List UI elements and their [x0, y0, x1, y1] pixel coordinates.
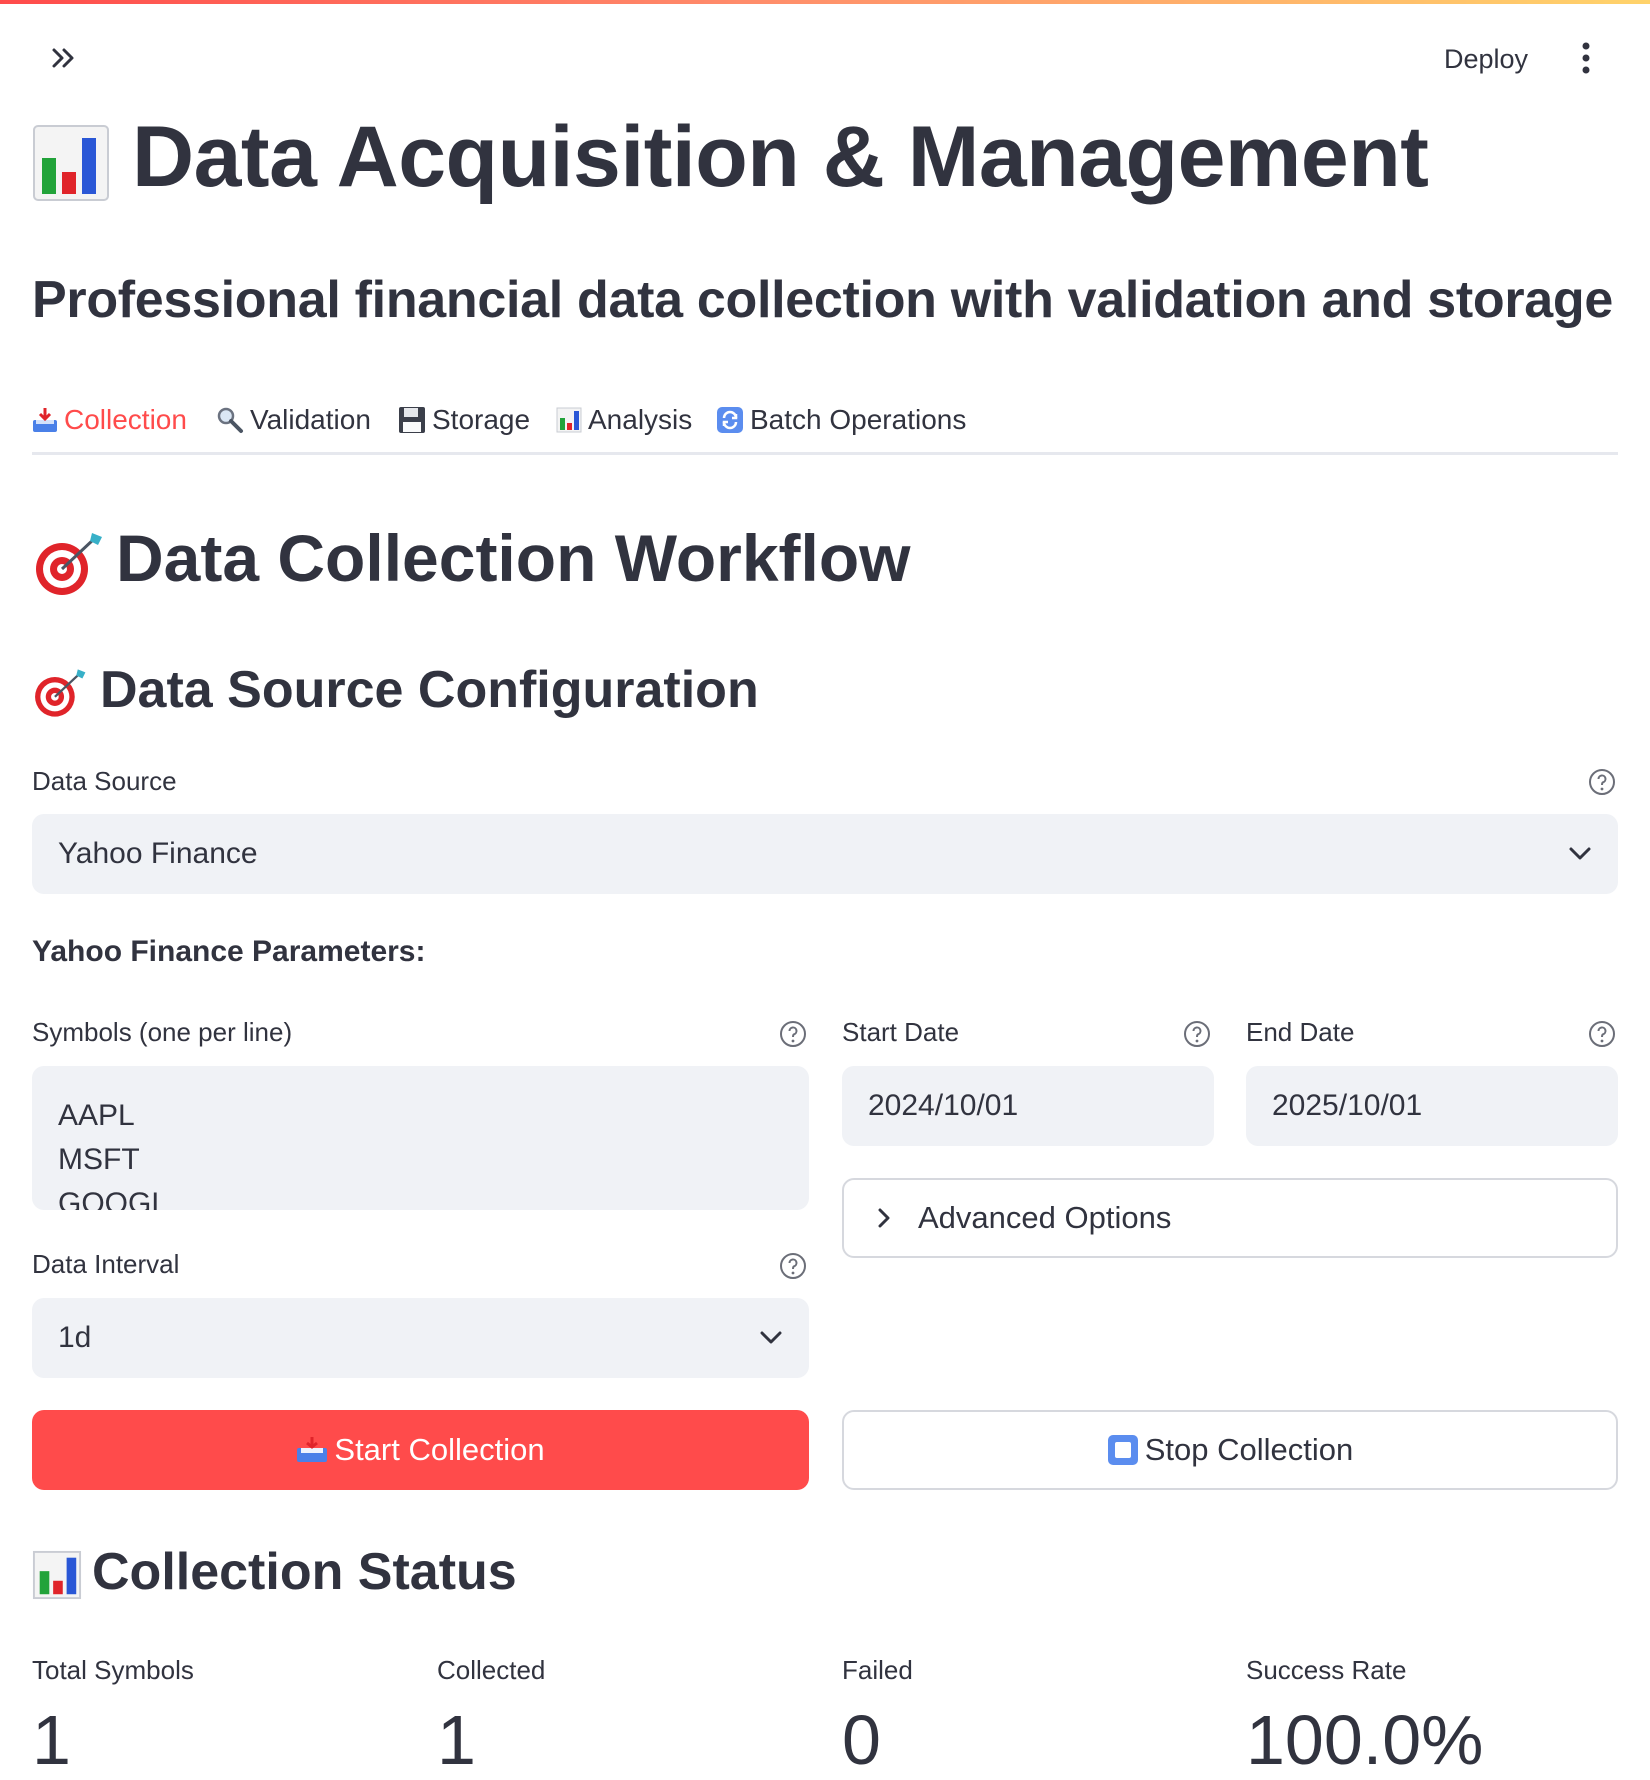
page-title: Data Acquisition & Management [32, 108, 1429, 207]
tab-label: Collection [64, 404, 187, 435]
metric-value-collected: 1 [437, 1701, 476, 1779]
help-icon[interactable] [1588, 768, 1616, 796]
stop-collection-button[interactable]: Stop Collection [842, 1410, 1618, 1490]
page-title-text: Data Acquisition & Management [132, 109, 1429, 205]
config-heading-text: Data Source Configuration [100, 661, 759, 719]
start-collection-button[interactable]: Start Collection [32, 1410, 809, 1490]
metric-label-total: Total Symbols [32, 1655, 194, 1685]
tab-batch-operations[interactable]: Batch Operations [716, 385, 966, 455]
help-icon[interactable] [1183, 1020, 1211, 1048]
bar-chart-icon [556, 407, 582, 433]
expand-sidebar-icon[interactable] [48, 42, 80, 74]
tab-validation[interactable]: Validation [216, 385, 371, 455]
start-date-input[interactable]: 2024/10/01 [842, 1066, 1214, 1146]
help-icon[interactable] [779, 1020, 807, 1048]
data-source-value: Yahoo Finance [58, 837, 258, 870]
advanced-options-expander[interactable]: Advanced Options [842, 1178, 1618, 1258]
bar-chart-icon [33, 125, 109, 202]
start-date-label: Start Date [842, 1017, 960, 1047]
stop-collection-label: Stop Collection [1144, 1432, 1354, 1467]
inbox-tray-icon [33, 408, 57, 432]
interval-value: 1d [58, 1321, 92, 1354]
tab-label: Validation [250, 404, 371, 435]
tab-bar: Collection Validation Storage Analysis B… [32, 385, 1618, 455]
end-date-label: End Date [1246, 1017, 1355, 1047]
page-subtitle: Professional financial data collection w… [32, 271, 1613, 329]
magnifier-icon [217, 407, 243, 433]
top-decoration-bar [0, 0, 1650, 4]
chevron-down-icon [1569, 847, 1591, 860]
inbox-tray-icon [297, 1437, 328, 1462]
interval-label: Data Interval [32, 1249, 180, 1279]
end-date-input[interactable]: 2025/10/01 [1246, 1066, 1618, 1146]
workflow-heading: Data Collection Workflow [32, 520, 911, 599]
metric-value-total: 1 [32, 1701, 71, 1779]
tab-analysis[interactable]: Analysis [556, 385, 692, 455]
data-source-select[interactable]: Yahoo Finance [32, 814, 1618, 894]
help-icon[interactable] [779, 1252, 807, 1280]
config-heading: Data Source Configuration [32, 660, 759, 720]
tab-storage[interactable]: Storage [398, 385, 530, 455]
chevron-right-icon [878, 1208, 890, 1228]
symbols-label: Symbols (one per line) [32, 1017, 293, 1047]
metric-label-success-rate: Success Rate [1246, 1655, 1407, 1685]
floppy-disk-icon [399, 407, 425, 433]
interval-select[interactable]: 1d [32, 1298, 809, 1378]
data-source-label: Data Source [32, 766, 177, 796]
deploy-button[interactable]: Deploy [1444, 44, 1528, 75]
tab-bar-divider [32, 452, 1618, 455]
metric-label-collected: Collected [437, 1655, 546, 1685]
params-label: Yahoo Finance Parameters: [32, 935, 426, 968]
advanced-options-label: Advanced Options [918, 1200, 1172, 1235]
chevron-down-icon [760, 1331, 782, 1344]
target-dart-icon [36, 532, 102, 595]
stop-square-icon [1107, 1435, 1138, 1465]
tab-label: Storage [432, 404, 531, 435]
tab-label: Batch Operations [750, 404, 967, 435]
refresh-icon [717, 407, 743, 433]
tab-collection[interactable]: Collection [32, 385, 187, 455]
metric-label-failed: Failed [842, 1655, 913, 1685]
metric-value-success-rate: 100.0% [1246, 1701, 1484, 1779]
main-menu-icon[interactable] [1572, 40, 1600, 76]
bar-chart-icon [32, 1551, 82, 1600]
status-heading: Collection Status [32, 1542, 517, 1602]
help-icon[interactable] [1588, 1020, 1616, 1048]
status-heading-text: Collection Status [92, 1543, 517, 1601]
tab-label: Analysis [588, 404, 693, 435]
metric-value-failed: 0 [842, 1701, 881, 1779]
symbols-textarea[interactable]: AAPL MSFT GOOGL [32, 1066, 809, 1210]
workflow-heading-text: Data Collection Workflow [116, 521, 911, 595]
target-dart-icon [35, 669, 86, 717]
start-collection-label: Start Collection [334, 1432, 545, 1467]
